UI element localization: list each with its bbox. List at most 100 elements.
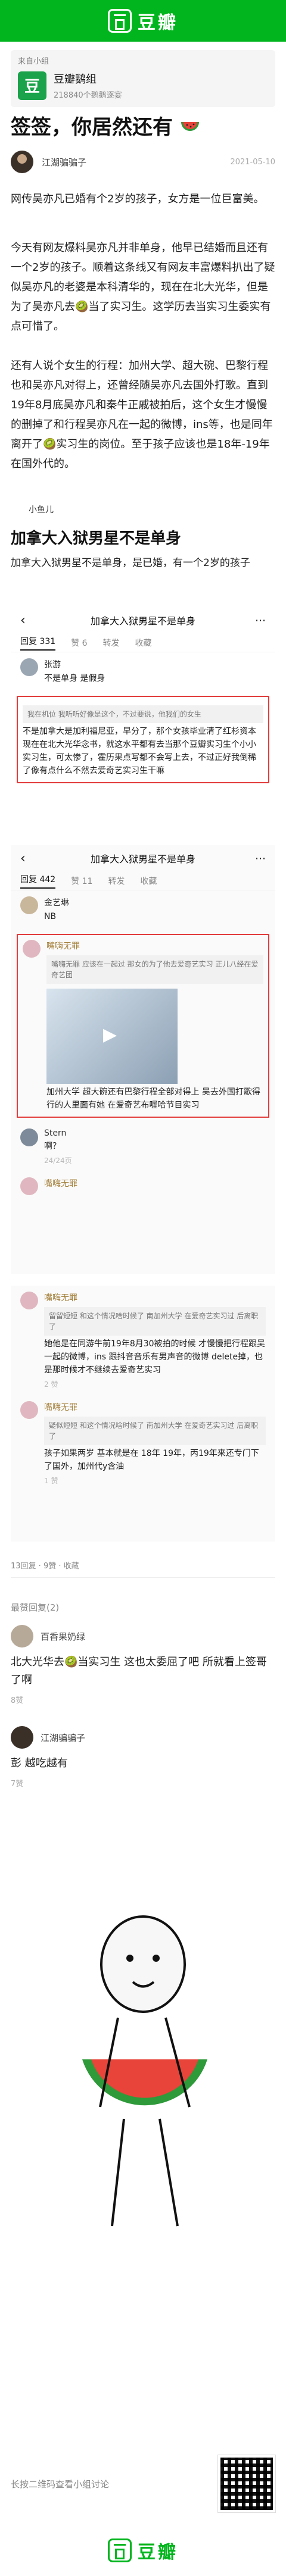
more-icon: ⋯ [255,614,266,627]
qr-instruction: 长按二维码查看小组讨论 [11,2478,110,2490]
screenshot-nav-title: 加拿大入狱男星不是单身 [90,854,195,865]
commenter-avatar[interactable] [11,1726,33,1749]
more-icon: ⋯ [255,852,266,865]
commenter-avatar [20,896,38,914]
author-row: 江湖骗骗子 2021-05-10 [11,149,275,175]
tab-replies: 回复 442 [20,873,56,889]
comment-text: 孩子如果两岁 基本就是在 18年 19年，丙19年来还专门下了国外，加州代y含油 [44,1449,259,1471]
comment-likes: 2 赞 [44,1380,58,1389]
comment-text: NB [44,912,57,921]
commenter-name: 金艺琳 [44,898,69,908]
commenter-avatar [20,1177,38,1195]
author-name[interactable]: 江湖骗骗子 [42,156,230,168]
tab-replies: 回复 331 [20,635,56,651]
commenter-name: 张游 [44,660,61,670]
comment-text: 她他是在同游牛前19年8月30被拍的时候 才慢慢把行程跟吴一起的微博，ins 跟… [44,1339,265,1375]
screenshot-comment: 金艺琳 NB [11,890,275,929]
comment-text: 彭 越吃越有 [11,1757,68,1770]
footer-brand[interactable]: 豆瓣 [0,2530,286,2571]
back-icon: ‹ [20,612,26,628]
tab-collect: 收藏 [140,876,157,886]
group-members: 218840个鹅鹅逐宴 [54,91,122,100]
screenshot-username: 小鱼儿 [29,505,54,515]
watermelon-icon [181,122,199,131]
page-counter: 24/24页 [44,1156,72,1165]
footer-brand-name: 豆瓣 [138,2542,178,2563]
comment-item: 百香果奶绿 北大光华去🥝当实习生 这也太委屈了吧 所就看上签哥了啊 8赞 [11,1625,275,1705]
commenter-name: 嘴嗨无罪 [44,1403,77,1412]
commenter-name[interactable]: 百香果奶绿 [41,1630,85,1643]
screenshot-thread-2: ‹ 加拿大入狱男星不是单身 ⋯ 回复 442 赞 11 转发 收藏 金艺琳 NB… [11,845,275,1274]
post-paragraph: 网传吴亦凡已婚有个2岁的孩子，女方是一位巨富美。 [11,193,265,205]
comment-text: 加州大学 超大碗还有巴黎行程全部对得上 吴去外国打歌得行的人里面有她 在爱奇艺布… [46,1087,260,1110]
comment-text: 啊？ [44,1142,61,1151]
comments-section-label: 最赞回复(2) [11,1602,60,1613]
author-avatar[interactable] [11,151,33,173]
tab-forward: 转发 [108,876,125,886]
douban-logo-icon [108,2539,132,2562]
cartoon-watermelon-eater-icon [82,1915,207,2227]
group-source-label: 来自小组 [18,57,49,66]
commenter-avatar [20,1401,38,1419]
highlighted-comment: 我在机位 我听听好像是这个，不过要说，他我们的女生 不是加拿大是加利福尼亚，早分… [17,696,269,783]
commenter-name: Stern [44,1128,67,1138]
screenshot-text: 加拿大入狱男星不是单身，是已婚，有一个2岁的孩子 [11,557,250,569]
screenshot-nav-title: 加拿大入狱男星不是单身 [90,615,195,627]
post-stats: 13回复 · 9赞 · 收藏 [11,1562,79,1571]
commenter-name[interactable]: 江湖骗骗子 [41,1731,85,1744]
screenshot-tabs: 回复 442 赞 11 转发 收藏 [11,871,275,890]
screenshot-comment: 张游 不是单身 是假身 [11,652,275,691]
brand-name: 豆瓣 [138,12,178,33]
back-icon: ‹ [20,851,26,866]
screenshot-thread-3: 嘴嗨无罪 留留短短 和这个情况啥时候了 南加州大学 在爱奇艺实习过 后离职了 她… [11,1286,275,1542]
screenshot-comment: 嘴嗨无罪 留留短短 和这个情况啥时候了 南加州大学 在爱奇艺实习过 后离职了 她… [11,1286,275,1395]
comment-likes: 1 赞 [44,1477,58,1485]
screenshot-comment: 嘴嗨无罪 [11,1171,275,1201]
post-paragraph: 还有人说个女生的行程：加州大学、超大碗、巴黎行程也和吴亦凡对得上，还曾经随吴亦凡… [11,359,273,470]
comment-text: 不是加拿大是加利福尼亚，早分了，那个女孩毕业清了红杉资本现在在北大光华念书，就这… [23,727,256,776]
comment-text: 北大光华去🥝当实习生 这也太委屈了吧 所就看上签哥了啊 [11,1656,267,1686]
group-card[interactable]: 来自小组 豆 豆瓣鹅组 218840个鹅鹅逐宴 [11,50,275,107]
commenter-name: 嘴嗨无罪 [46,942,80,951]
group-name[interactable]: 豆瓣鹅组 [54,71,122,86]
meme-image [11,1809,275,2428]
screenshot-weibo-post: 小鱼儿 加拿大入狱男星不是单身 加拿大入狱男星不是单身，是已婚，有一个2岁的孩子 [11,504,275,572]
tab-likes: 赞 11 [71,876,93,886]
comment-video-thumbnail [46,989,178,1084]
screenshot-comment: 嘴嗨无罪 疑似短短 和这个情况啥时候了 南加州大学 在爱奇艺实习过 后离职了 孩… [11,1395,275,1492]
comment-quote: 疑似短短 和这个情况啥时候了 南加州大学 在爱奇艺实习过 后离职了 [44,1417,266,1445]
brand-logo[interactable]: 豆瓣 [108,8,178,34]
commenter-name: 嘴嗨无罪 [44,1293,77,1303]
commenter-avatar[interactable] [11,1625,33,1647]
screenshot-tabs: 回复 331 赞 6 转发 收藏 [11,633,275,652]
group-avatar: 豆 [18,71,46,100]
commenter-avatar [23,940,41,958]
screenshot-nav-bar: ‹ 加拿大入狱男星不是单身 ⋯ [11,845,275,871]
commenter-avatar [20,658,38,676]
comment-likes[interactable]: 7赞 [11,1777,275,1789]
comment-quote: 留留短短 和这个情况啥时候了 南加州大学 在爱奇艺实习过 后离职了 [44,1307,266,1336]
app-header: 豆瓣 [0,0,286,42]
comment-text: 不是单身 是假身 [44,674,105,683]
qr-row: 长按二维码查看小组讨论 [11,2451,276,2516]
post-title-text: 签签，你居然还有 [11,115,173,139]
commenter-name: 嘴嗨无罪 [44,1179,77,1189]
comment-quote: 嘴嗨无罪 应该在一起过 那女的为了他去爱奇艺实习 正儿八经在爱奇艺团 [46,955,263,984]
highlighted-comment: 嘴嗨无罪 嘴嗨无罪 应该在一起过 那女的为了他去爱奇艺实习 正儿八经在爱奇艺团 … [17,934,269,1118]
screenshot-nav-bar: ‹ 加拿大入狱男星不是单身 ⋯ [11,607,275,633]
tab-collect: 收藏 [135,638,152,648]
post-time: 2021-05-10 [230,157,275,167]
divider [11,1577,275,1578]
comment-item: 江湖骗骗子 彭 越吃越有 7赞 [11,1726,275,1789]
qr-code[interactable] [217,2455,276,2513]
tab-likes: 赞 6 [71,638,88,648]
post-paragraph: 今天有网友爆料吴亦凡并非单身，他早已结婚而且还有一个2岁的孩子。顺着这条线又有网… [11,242,275,333]
screenshot-headline: 加拿大入狱男星不是单身 [11,530,182,548]
screenshot-thread-1: ‹ 加拿大入狱男星不是单身 ⋯ 回复 331 赞 6 转发 收藏 张游 不是单身… [11,607,275,833]
commenter-avatar [20,1128,38,1146]
comment-quote: 我在机位 我听听好像是这个，不过要说，他我们的女生 [23,705,263,723]
post-title: 签签，你居然还有 [11,114,275,140]
comment-likes[interactable]: 8赞 [11,1694,275,1705]
tab-forward: 转发 [102,638,120,648]
screenshot-comment: Stern 啊？ 24/24页 [11,1123,275,1171]
